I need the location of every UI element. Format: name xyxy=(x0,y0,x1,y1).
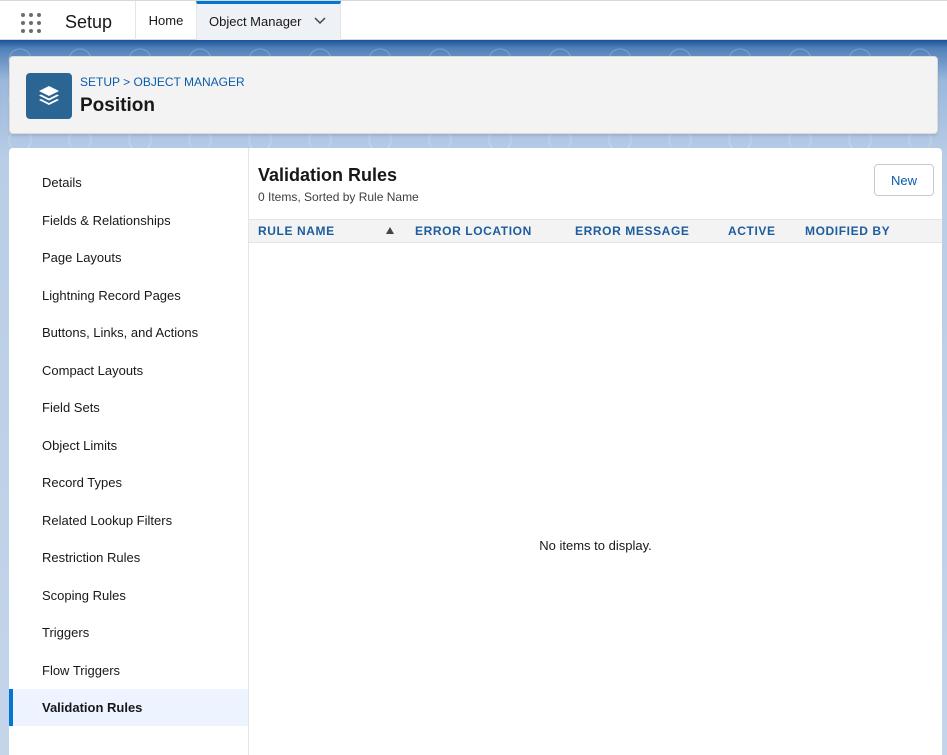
sidebar-item-compact-layouts[interactable]: Compact Layouts xyxy=(9,352,248,389)
main-card: Details Fields & Relationships Page Layo… xyxy=(9,148,942,755)
layers-icon xyxy=(26,73,72,119)
global-nav: Setup Home Object Manager xyxy=(0,0,947,40)
sidebar-item-fields-relationships[interactable]: Fields & Relationships xyxy=(9,202,248,239)
new-button[interactable]: New xyxy=(874,164,934,196)
list-title: Validation Rules xyxy=(258,165,398,185)
sidebar-item-flow-triggers[interactable]: Flow Triggers xyxy=(9,652,248,689)
breadcrumb-separator: > xyxy=(123,75,131,89)
breadcrumb: SETUP > OBJECT MANAGER xyxy=(80,75,245,89)
chevron-down-icon[interactable] xyxy=(314,17,326,25)
column-header-active[interactable]: ACTIVE xyxy=(728,220,776,242)
empty-state-message: No items to display. xyxy=(539,538,652,553)
object-sidebar: Details Fields & Relationships Page Layo… xyxy=(9,148,249,755)
column-header-error-message[interactable]: ERROR MESSAGE xyxy=(575,220,689,242)
sidebar-item-restriction-rules[interactable]: Restriction Rules xyxy=(9,539,248,576)
table-header: RULE NAME ERROR LOCATION ERROR MESSAGE A… xyxy=(249,219,942,243)
column-header-modified-by[interactable]: MODIFIED BY xyxy=(805,220,890,242)
object-header: SETUP > OBJECT MANAGER Position xyxy=(9,56,938,134)
sidebar-item-record-types[interactable]: Record Types xyxy=(9,464,248,501)
page-title: Position xyxy=(80,95,155,116)
column-header-error-location[interactable]: ERROR LOCATION xyxy=(415,220,532,242)
sort-ascending-icon[interactable] xyxy=(386,227,394,234)
list-view: Validation Rules 0 Items, Sorted by Rule… xyxy=(249,148,942,755)
sidebar-item-field-sets[interactable]: Field Sets xyxy=(9,389,248,426)
tab-object-manager[interactable]: Object Manager xyxy=(196,1,341,40)
app-launcher-icon[interactable] xyxy=(21,13,41,33)
sidebar-item-page-layouts[interactable]: Page Layouts xyxy=(9,239,248,276)
sidebar-item-scoping-rules[interactable]: Scoping Rules xyxy=(9,577,248,614)
tab-home[interactable]: Home xyxy=(135,1,196,40)
sidebar-item-related-lookup-filters[interactable]: Related Lookup Filters xyxy=(9,502,248,539)
sidebar-item-object-limits[interactable]: Object Limits xyxy=(9,427,248,464)
tab-object-manager-label: Object Manager xyxy=(209,14,302,29)
list-subtitle: 0 Items, Sorted by Rule Name xyxy=(258,190,419,204)
sidebar-item-lightning-record-pages[interactable]: Lightning Record Pages xyxy=(9,277,248,314)
breadcrumb-setup[interactable]: SETUP xyxy=(80,75,120,89)
sidebar-item-buttons-links-actions[interactable]: Buttons, Links, and Actions xyxy=(9,314,248,351)
breadcrumb-object-manager[interactable]: OBJECT MANAGER xyxy=(134,75,245,89)
sidebar-item-triggers[interactable]: Triggers xyxy=(9,614,248,651)
sidebar-item-details[interactable]: Details xyxy=(9,164,248,201)
column-header-rule-name[interactable]: RULE NAME xyxy=(258,220,335,242)
sidebar-item-validation-rules[interactable]: Validation Rules xyxy=(9,689,248,726)
app-name: Setup xyxy=(65,12,113,32)
